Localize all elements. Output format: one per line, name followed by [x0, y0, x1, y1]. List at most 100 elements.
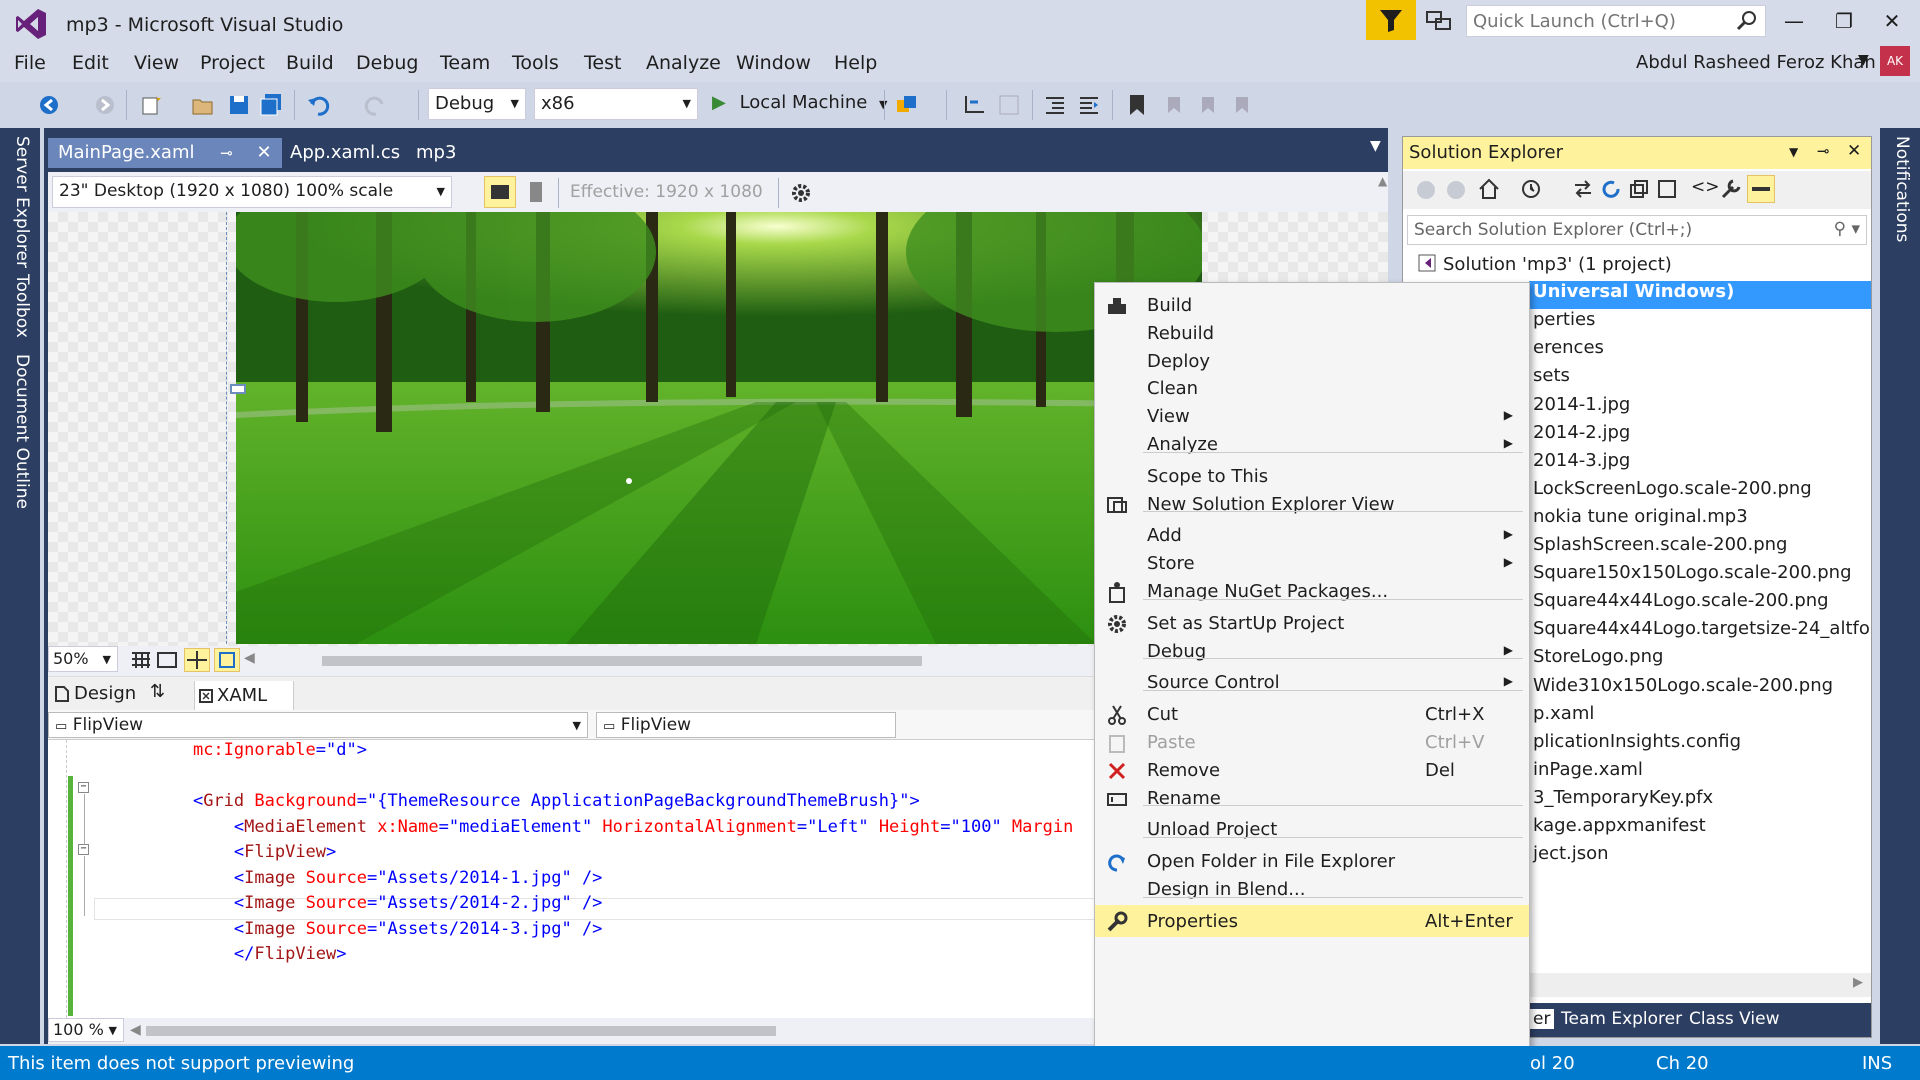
portrait-icon[interactable]: [522, 178, 550, 206]
forward-icon[interactable]: [92, 92, 118, 118]
menu-item-design-in-blend[interactable]: Design in Blend...: [1095, 873, 1529, 905]
search-icon[interactable]: [1735, 9, 1759, 33]
menu-item-source-control[interactable]: Source Control ▶: [1095, 666, 1529, 698]
chevron-down-icon[interactable]: ▼: [1789, 145, 1798, 159]
scroll-left-icon[interactable]: ◀: [130, 1022, 141, 1038]
chevron-down-icon[interactable]: ▼: [1858, 52, 1869, 68]
snap-to-lines-button[interactable]: [184, 648, 210, 672]
notifications-tab[interactable]: Notifications: [1892, 136, 1912, 242]
undo-icon[interactable]: [306, 92, 332, 118]
collapse-flipview-icon[interactable]: −: [78, 844, 89, 855]
collapse-grid-icon[interactable]: −: [78, 782, 89, 793]
tree-item[interactable]: p.xaml: [1529, 703, 1871, 731]
maximize-button[interactable]: ❐: [1824, 6, 1864, 36]
tree-item[interactable]: erences: [1529, 337, 1871, 365]
menu-team[interactable]: Team: [440, 52, 490, 74]
tree-item[interactable]: 3_TemporaryKey.pfx: [1529, 787, 1871, 815]
user-name[interactable]: Abdul Rasheed Feroz Khan: [1636, 52, 1876, 73]
platform-dropdown[interactable]: x86 ▼: [534, 88, 698, 120]
document-outline-tab[interactable]: Document Outline: [12, 354, 32, 509]
quick-launch-input[interactable]: [1467, 6, 1717, 36]
menu-window[interactable]: Window: [736, 52, 811, 74]
tree-item[interactable]: kage.appxmanifest: [1529, 815, 1871, 843]
browser-link-icon[interactable]: [894, 92, 920, 118]
tab-mainpage-xaml[interactable]: MainPage.xaml ⊸ ✕: [48, 138, 282, 168]
avatar[interactable]: AK: [1880, 46, 1910, 76]
menu-item-unload-project[interactable]: Unload Project: [1095, 813, 1529, 845]
menu-help[interactable]: Help: [834, 52, 877, 74]
back-icon[interactable]: [36, 92, 62, 118]
feedback-icon[interactable]: [1424, 8, 1454, 34]
element-type-dropdown[interactable]: ▭ FlipView ▼: [48, 712, 588, 738]
tree-item[interactable]: 2014-1.jpg: [1529, 394, 1871, 422]
notifications-flag-icon[interactable]: [1366, 0, 1416, 40]
landscape-button[interactable]: [484, 176, 516, 208]
clear-bookmarks-icon[interactable]: [1228, 92, 1254, 118]
scroll-left-icon[interactable]: ◀: [244, 650, 255, 666]
tab-class-view[interactable]: Class View: [1689, 1009, 1779, 1029]
quick-launch-box[interactable]: [1466, 5, 1766, 37]
home-icon[interactable]: [1477, 177, 1501, 201]
pin-icon[interactable]: ⊸: [220, 144, 233, 162]
tree-item[interactable]: Square44x44Logo.scale-200.png: [1529, 590, 1871, 618]
zoom-dropdown[interactable]: 50% ▼: [48, 646, 118, 672]
minimize-button[interactable]: —: [1774, 6, 1814, 36]
show-all-files-icon[interactable]: [1655, 177, 1679, 201]
configuration-dropdown[interactable]: Debug ▼: [428, 88, 526, 120]
close-icon[interactable]: ✕: [1847, 141, 1861, 161]
server-explorer-tab[interactable]: Server Explorer: [12, 136, 32, 268]
new-project-icon[interactable]: [138, 92, 164, 118]
tab-mp3[interactable]: mp3: [406, 138, 466, 168]
scroll-up-icon[interactable]: ▲: [1378, 174, 1387, 188]
project-code-button[interactable]: [214, 648, 240, 672]
back-icon[interactable]: [1415, 179, 1437, 201]
resize-handle[interactable]: [230, 384, 246, 394]
view-code-icon[interactable]: <>: [1691, 177, 1720, 197]
tree-item[interactable]: Wide310x150Logo.scale-200.png: [1529, 675, 1871, 703]
swap-panes-icon[interactable]: ⇅: [150, 681, 165, 702]
tree-item[interactable]: LockScreenLogo.scale-200.png: [1529, 478, 1871, 506]
solution-node[interactable]: Solution 'mp3' (1 project): [1417, 253, 1867, 281]
save-icon[interactable]: [226, 92, 252, 118]
refresh-icon[interactable]: [1599, 177, 1623, 201]
tree-item[interactable]: Square150x150Logo.scale-200.png: [1529, 562, 1871, 590]
preview-selected-items-button[interactable]: [1747, 175, 1775, 203]
tree-item[interactable]: 2014-3.jpg: [1529, 450, 1871, 478]
code-horizontal-scrollbar[interactable]: [146, 1026, 776, 1036]
tree-item[interactable]: sets: [1529, 365, 1871, 393]
close-window-button[interactable]: ✕: [1872, 6, 1912, 36]
tree-item[interactable]: Square44x44Logo.targetsize-24_altform-ur: [1529, 618, 1871, 646]
menu-view[interactable]: View: [134, 52, 179, 74]
search-icon[interactable]: ⚲ ▾: [1834, 219, 1860, 239]
save-all-icon[interactable]: [258, 92, 284, 118]
tree-item[interactable]: nokia tune original.mp3: [1529, 506, 1871, 534]
menu-item-manage-nuget-packages[interactable]: Manage NuGet Packages...: [1095, 575, 1529, 607]
menu-item-debug[interactable]: Debug ▶: [1095, 635, 1529, 667]
horizontal-scrollbar[interactable]: [322, 656, 922, 666]
menu-item-new-solution-explorer-view[interactable]: New Solution Explorer View: [1095, 488, 1529, 520]
menu-file[interactable]: File: [14, 52, 46, 74]
gear-icon[interactable]: [788, 180, 814, 206]
menu-item-rename[interactable]: Rename: [1095, 782, 1529, 814]
tree-item[interactable]: Universal Windows): [1529, 281, 1871, 310]
next-bookmark-icon[interactable]: [1194, 92, 1220, 118]
tree-item[interactable]: plicationInsights.config: [1529, 731, 1871, 759]
menu-debug[interactable]: Debug: [356, 52, 418, 74]
tree-item[interactable]: perties: [1529, 309, 1871, 337]
menu-item-analyze[interactable]: Analyze ▶: [1095, 428, 1529, 460]
close-icon[interactable]: ✕: [257, 142, 272, 163]
tree-item[interactable]: SplashScreen.scale-200.png: [1529, 534, 1871, 562]
snap-grid-icon[interactable]: [156, 650, 178, 670]
solution-search-input[interactable]: Search Solution Explorer (Ctrl+;) ⚲ ▾: [1407, 215, 1867, 245]
pending-changes-icon[interactable]: [1519, 177, 1543, 201]
menu-edit[interactable]: Edit: [72, 52, 109, 74]
indent-icon[interactable]: [1076, 92, 1102, 118]
pin-icon[interactable]: ⊸: [1817, 142, 1830, 160]
menu-test[interactable]: Test: [584, 52, 621, 74]
grid-icon[interactable]: [130, 650, 152, 670]
menu-item-properties[interactable]: Properties Alt+Enter: [1095, 904, 1529, 937]
forward-icon[interactable]: [1445, 179, 1467, 201]
design-tab[interactable]: Design: [74, 683, 136, 704]
tab-app-xaml-cs[interactable]: App.xaml.cs: [280, 138, 410, 168]
xaml-tab[interactable]: XAML: [194, 681, 294, 711]
